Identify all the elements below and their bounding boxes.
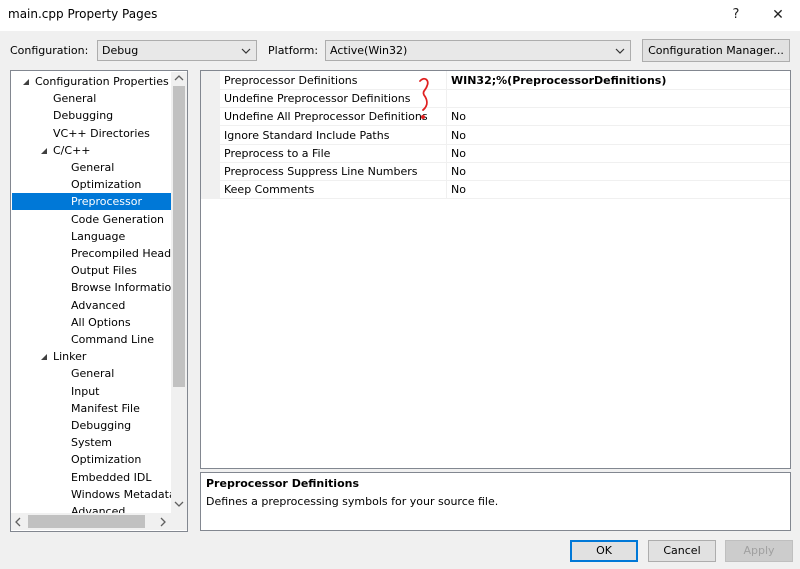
tree-item[interactable]: Configuration Properties	[35, 73, 171, 90]
tree-item[interactable]: Manifest File	[71, 400, 171, 417]
tree-item[interactable]: General	[71, 365, 171, 382]
configuration-value: Debug	[102, 44, 139, 57]
property-value[interactable]: No	[451, 108, 466, 126]
tree-item[interactable]: Debugging	[71, 417, 171, 434]
tree-item[interactable]: Code Generation	[71, 211, 171, 228]
property-name: Ignore Standard Include Paths	[224, 129, 390, 142]
property-name: Preprocessor Definitions	[224, 74, 358, 87]
property-name: Keep Comments	[224, 183, 315, 196]
tree-item[interactable]: Advanced	[71, 297, 171, 314]
property-value[interactable]: No	[451, 145, 466, 163]
tree-item[interactable]: Precompiled Heade	[71, 245, 171, 262]
scroll-right-icon[interactable]	[159, 517, 167, 527]
close-button[interactable]: ✕	[764, 4, 792, 26]
property-name: Undefine Preprocessor Definitions	[224, 92, 411, 105]
tree-item[interactable]: Command Line	[71, 331, 171, 348]
tree-item[interactable]: General	[53, 90, 171, 107]
property-value[interactable]: No	[451, 181, 466, 199]
tree-item[interactable]: Language	[71, 228, 171, 245]
configuration-manager-button[interactable]: Configuration Manager...	[642, 39, 790, 62]
scrollbar-corner	[171, 513, 187, 530]
tree-hscroll-thumb[interactable]	[28, 515, 145, 528]
tree-item[interactable]: Windows Metadata	[71, 486, 171, 503]
cancel-button[interactable]: Cancel	[648, 540, 716, 562]
tree-item[interactable]: Linker	[53, 348, 171, 365]
grid-column-divider[interactable]	[446, 71, 447, 199]
scroll-up-icon[interactable]	[174, 74, 184, 82]
property-value[interactable]: WIN32;%(PreprocessorDefinitions)	[451, 72, 666, 90]
platform-label: Platform:	[268, 44, 319, 57]
expand-triangle-icon[interactable]	[22, 78, 30, 86]
tree-scroll-thumb[interactable]	[173, 86, 185, 387]
tree-item[interactable]: General	[71, 159, 171, 176]
apply-button[interactable]: Apply	[725, 540, 793, 562]
chevron-down-icon	[615, 48, 625, 54]
property-value[interactable]: No	[451, 163, 466, 181]
tree-item[interactable]: Optimization	[71, 176, 171, 193]
tree-item[interactable]: Debugging	[53, 107, 171, 124]
description-title: Preprocessor Definitions	[206, 477, 360, 490]
property-row[interactable]: Preprocess Suppress Line Numbers No	[220, 163, 790, 181]
configuration-select[interactable]: Debug	[97, 40, 257, 61]
property-value[interactable]: No	[451, 127, 466, 145]
tree-item[interactable]: All Options	[71, 314, 171, 331]
property-row[interactable]: Preprocess to a File No	[220, 145, 790, 163]
description-text: Defines a preprocessing symbols for your…	[206, 495, 499, 508]
window-title: main.cpp Property Pages	[8, 7, 158, 21]
tree-item[interactable]: Preprocessor	[12, 193, 171, 210]
tree-item[interactable]: Optimization	[71, 451, 171, 468]
property-name: Undefine All Preprocessor Definitions	[224, 110, 428, 123]
expand-triangle-icon[interactable]	[40, 147, 48, 155]
tree-item[interactable]: Embedded IDL	[71, 469, 171, 486]
scroll-down-icon[interactable]	[174, 500, 184, 508]
ok-button[interactable]: OK	[570, 540, 638, 562]
property-name: Preprocess Suppress Line Numbers	[224, 165, 418, 178]
expand-triangle-icon[interactable]	[40, 353, 48, 361]
scroll-left-icon[interactable]	[14, 517, 22, 527]
tree-item[interactable]: System	[71, 434, 171, 451]
configuration-label: Configuration:	[10, 44, 89, 57]
property-row[interactable]: Undefine Preprocessor Definitions	[220, 90, 790, 108]
help-button[interactable]: ?	[722, 4, 750, 26]
grid-gutter	[201, 71, 220, 199]
tree-item[interactable]: Output Files	[71, 262, 171, 279]
platform-select[interactable]: Active(Win32)	[325, 40, 631, 61]
property-row[interactable]: Keep Comments No	[220, 181, 790, 199]
tree-item[interactable]: VC++ Directories	[53, 125, 171, 142]
tree-item[interactable]: Browse Information	[71, 279, 171, 296]
platform-value: Active(Win32)	[330, 44, 408, 57]
property-row[interactable]: Ignore Standard Include Paths No	[220, 127, 790, 145]
property-row[interactable]: Preprocessor Definitions WIN32;%(Preproce…	[220, 72, 790, 90]
chevron-down-icon	[241, 48, 251, 54]
property-name: Preprocess to a File	[224, 147, 331, 160]
tree-item[interactable]: C/C++	[53, 142, 171, 159]
annotation-brace	[419, 77, 429, 119]
tree-item[interactable]: Input	[71, 383, 171, 400]
property-row[interactable]: Undefine All Preprocessor Definitions No	[220, 108, 790, 126]
